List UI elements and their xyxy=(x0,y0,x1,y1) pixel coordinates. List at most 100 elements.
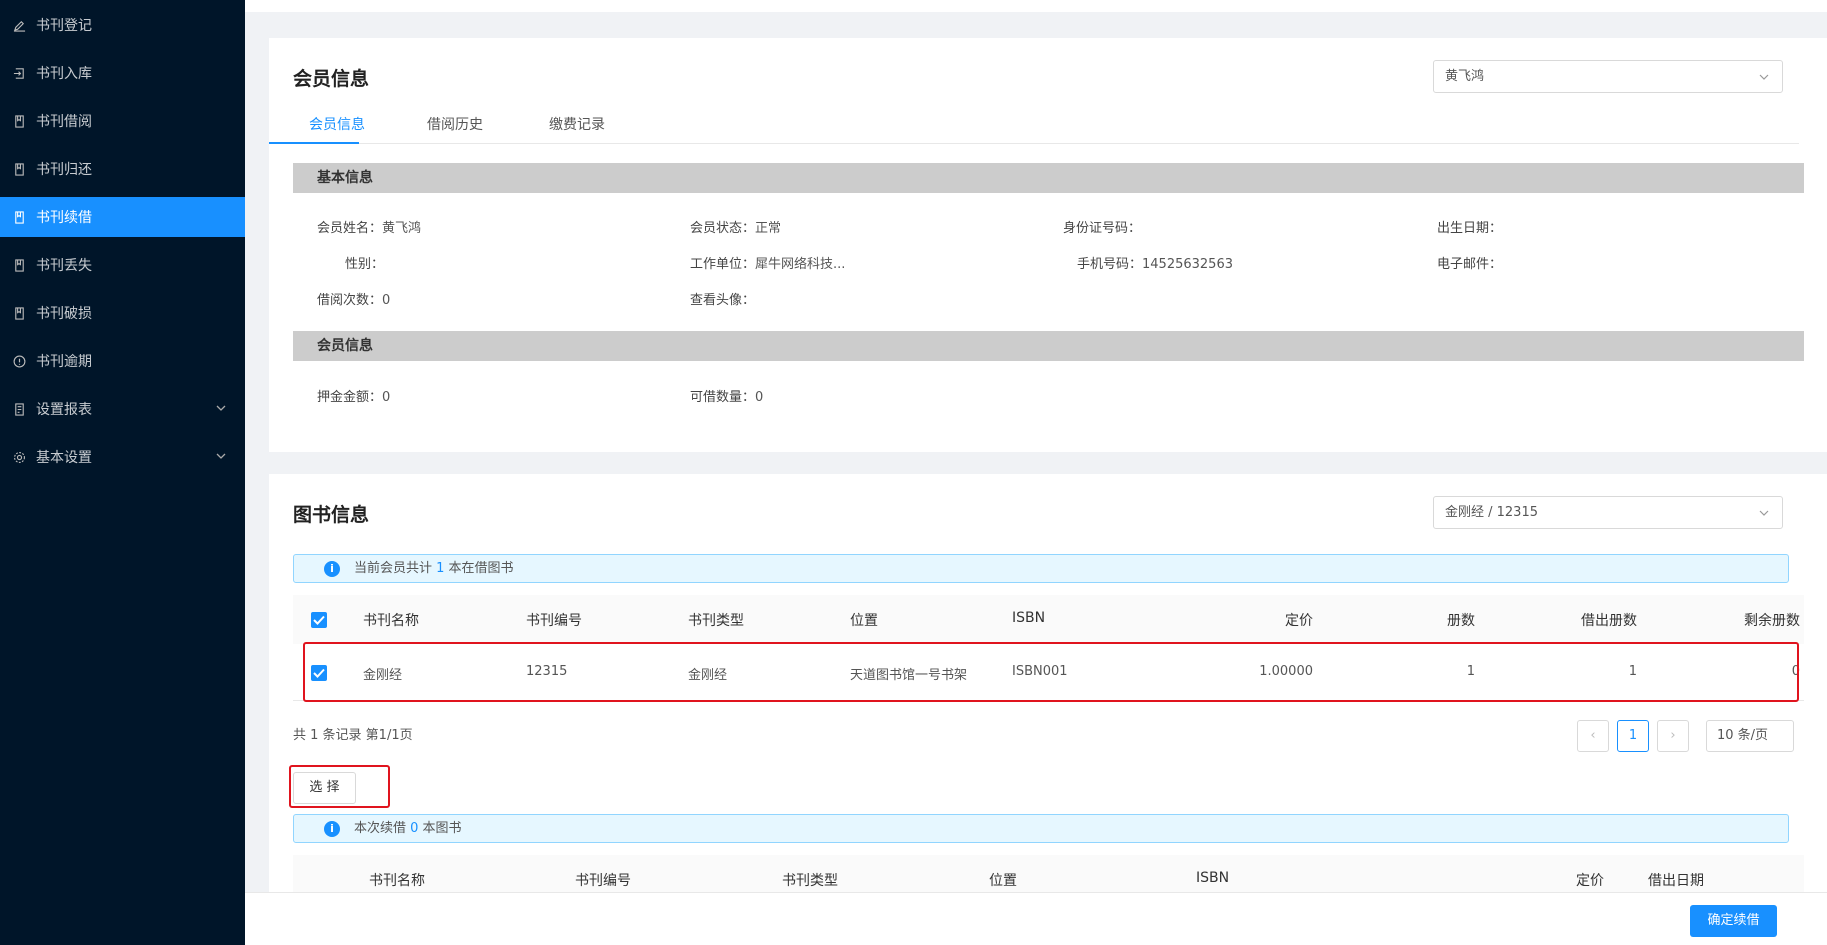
sidebar-item-lost[interactable]: 书刊丢失 xyxy=(0,245,245,285)
alert-renew-count: i 本次续借 0 本图书 xyxy=(293,814,1789,843)
import-icon xyxy=(12,66,26,80)
top-strip xyxy=(245,0,1827,12)
page-size-value: 10 条/页 xyxy=(1717,728,1769,743)
column-header: ISBN xyxy=(1196,870,1230,886)
member-select[interactable]: 黄飞鸿 xyxy=(1433,60,1783,93)
field-label: 电子邮件： xyxy=(1437,257,1503,272)
gear-icon xyxy=(12,450,26,464)
sidebar-item-label: 书刊逾期 xyxy=(36,354,92,370)
book-icon xyxy=(12,114,26,128)
chevron-down-icon xyxy=(1759,510,1769,516)
page-size-select[interactable]: 10 条/页 xyxy=(1706,720,1794,752)
next-page-button[interactable]: › xyxy=(1657,720,1689,752)
field-label: 手机号码： xyxy=(1077,257,1143,272)
column-header: 定价 xyxy=(1285,613,1313,629)
tab-payment-records[interactable]: 缴费记录 xyxy=(549,114,605,134)
highlight-box-row xyxy=(303,642,1799,702)
sidebar-item-stock-in[interactable]: 书刊入库 xyxy=(0,53,245,93)
select-all-checkbox[interactable] xyxy=(311,612,327,628)
field-label: 借阅次数： xyxy=(317,293,383,308)
report-icon xyxy=(12,402,26,416)
sidebar-item-overdue[interactable]: 书刊逾期 xyxy=(0,341,245,381)
footer-bar xyxy=(245,892,1827,945)
field-value: 0 xyxy=(382,293,391,308)
book-select[interactable]: 金刚经 / 12315 xyxy=(1433,496,1783,529)
column-header: 位置 xyxy=(989,873,1017,889)
member-card-title: 会员信息 xyxy=(293,68,370,90)
sidebar-item-renew[interactable]: 书刊续借 xyxy=(0,197,245,237)
book-icon xyxy=(12,258,26,272)
section-member-info: 会员信息 xyxy=(293,331,1804,361)
column-header: ISBN xyxy=(1012,610,1046,626)
alert-text-post: 本在借图书 xyxy=(444,561,514,576)
column-header: 书刊类型 xyxy=(688,613,744,629)
field-label: 查看头像： xyxy=(690,293,756,308)
field-label: 身份证号码： xyxy=(1063,221,1142,236)
field-employer: 工作单位：犀牛网络科技... xyxy=(690,253,845,272)
field-id-number: 身份证号码： xyxy=(1063,217,1141,236)
column-header: 剩余册数 xyxy=(1744,613,1800,629)
column-header: 书刊编号 xyxy=(575,873,631,889)
sidebar-item-reports[interactable]: 设置报表 xyxy=(0,389,245,429)
tab-active-indicator xyxy=(269,142,359,144)
field-value: 犀牛网络科技... xyxy=(755,257,846,272)
book-icon xyxy=(12,210,26,224)
prev-page-button[interactable]: ‹ xyxy=(1577,720,1609,752)
sidebar-item-label: 书刊借阅 xyxy=(36,114,92,130)
field-gender: 性别： xyxy=(345,253,384,272)
info-circle-icon xyxy=(12,354,26,368)
sidebar-item-borrow[interactable]: 书刊借阅 xyxy=(0,101,245,141)
info-icon: i xyxy=(324,821,340,837)
column-header: 书刊编号 xyxy=(526,613,582,629)
field-borrowable: 可借数量：0 xyxy=(690,386,763,405)
field-value: 正常 xyxy=(755,221,782,236)
book-card-title: 图书信息 xyxy=(293,504,370,526)
sidebar-item-label: 书刊破损 xyxy=(36,306,92,322)
sidebar-item-return[interactable]: 书刊归还 xyxy=(0,149,245,189)
column-header: 册数 xyxy=(1447,613,1475,629)
member-tabs: 会员信息 借阅历史 缴费记录 xyxy=(269,104,1799,144)
chevron-down-icon xyxy=(216,405,226,411)
member-select-value: 黄飞鸿 xyxy=(1445,69,1485,84)
book-select-value: 金刚经 / 12315 xyxy=(1445,505,1538,520)
field-label: 押金金额： xyxy=(317,390,383,405)
book-icon xyxy=(12,306,26,320)
check-icon xyxy=(313,615,325,625)
field-label: 会员姓名： xyxy=(317,221,383,236)
column-header: 借出册数 xyxy=(1581,613,1637,629)
table-header: 书刊名称 书刊编号 书刊类型 位置 ISBN 定价 册数 借出册数 剩余册数 xyxy=(293,595,1804,644)
tab-member-info[interactable]: 会员信息 xyxy=(309,114,365,134)
sidebar-item-label: 书刊续借 xyxy=(36,210,92,226)
pagination-info: 共 1 条记录 第1/1页 xyxy=(293,728,413,743)
field-member-name: 会员姓名：黄飞鸿 xyxy=(317,217,421,236)
field-value: 0 xyxy=(382,390,391,405)
book-icon xyxy=(12,162,26,176)
field-member-status: 会员状态：正常 xyxy=(690,217,781,236)
column-header: 书刊名称 xyxy=(369,873,425,889)
alert-borrowed-books: i 当前会员共计 1 本在借图书 xyxy=(293,554,1789,583)
field-value: 黄飞鸿 xyxy=(382,221,422,236)
column-header: 书刊名称 xyxy=(363,613,419,629)
confirm-renew-button[interactable]: 确定续借 xyxy=(1690,905,1777,937)
field-email: 电子邮件： xyxy=(1437,253,1502,272)
field-label: 性别： xyxy=(345,257,385,272)
tab-borrow-history[interactable]: 借阅历史 xyxy=(427,114,483,134)
page-number-button[interactable]: 1 xyxy=(1617,720,1649,752)
sidebar-item-label: 书刊入库 xyxy=(36,66,92,82)
alert-text-pre: 本次续借 xyxy=(354,821,411,836)
sidebar-item-register[interactable]: 书刊登记 xyxy=(0,5,245,45)
field-label: 会员状态： xyxy=(690,221,756,236)
alert-text-pre: 当前会员共计 xyxy=(354,561,437,576)
section-basic-info: 基本信息 xyxy=(293,163,1804,193)
field-borrow-count: 借阅次数：0 xyxy=(317,289,390,308)
sidebar-item-damaged[interactable]: 书刊破损 xyxy=(0,293,245,333)
member-card xyxy=(269,38,1827,452)
field-phone: 手机号码：14525632563 xyxy=(1077,253,1233,272)
info-icon: i xyxy=(324,561,340,577)
column-header: 定价 xyxy=(1576,873,1604,889)
chevron-down-icon xyxy=(216,453,226,459)
sidebar-item-label: 书刊丢失 xyxy=(36,258,92,274)
sidebar-item-settings[interactable]: 基本设置 xyxy=(0,437,245,477)
field-view-avatar: 查看头像： xyxy=(690,289,755,308)
field-value: 0 xyxy=(755,390,764,405)
